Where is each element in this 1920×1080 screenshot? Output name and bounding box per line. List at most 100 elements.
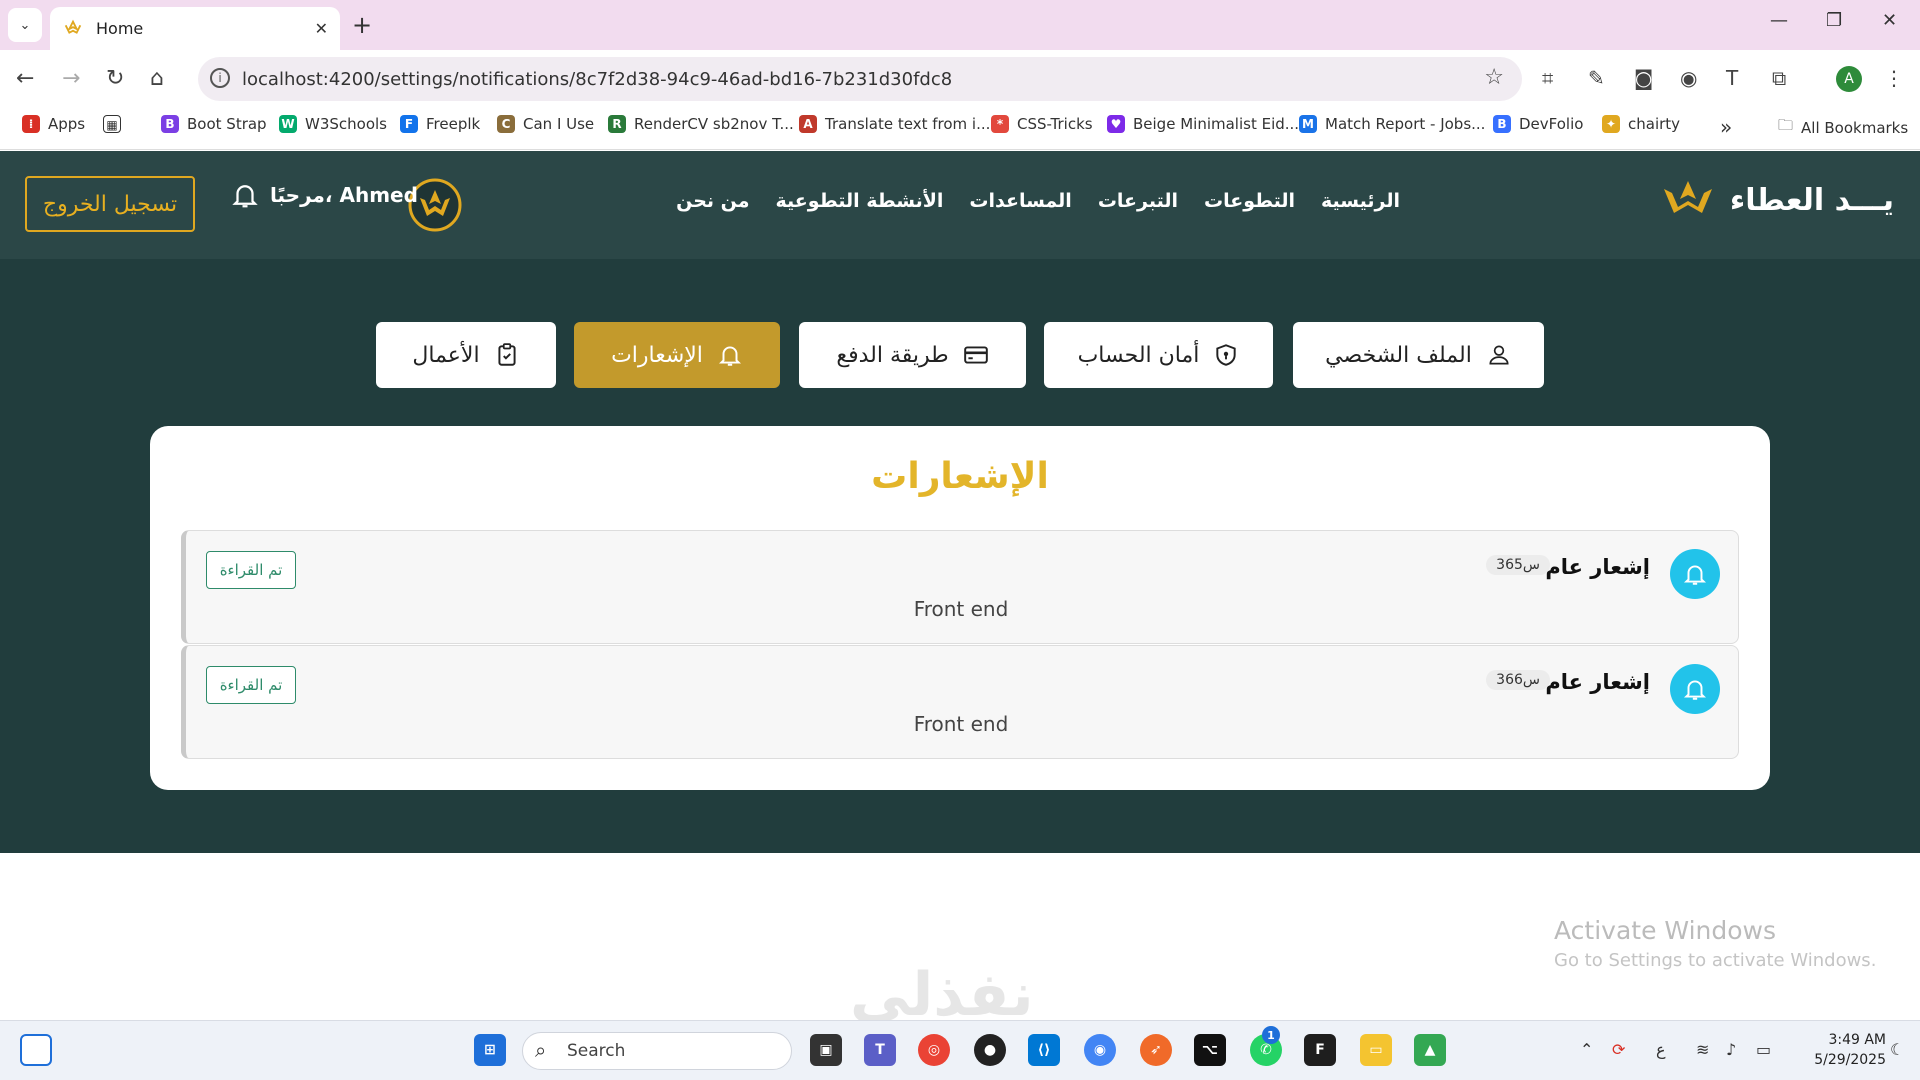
all-bookmarks[interactable]: 🗀 All Bookmarks [1778,115,1908,140]
notification-time-badge: 366س [1486,670,1550,690]
chrome-icon[interactable]: ◉ [1084,1034,1116,1066]
nav-home[interactable]: الرئيسية [1321,190,1400,212]
bookmark-tab-groups[interactable]: ▦ [103,115,121,133]
postman-icon[interactable]: ➶ [1140,1034,1172,1066]
bookmark-freepik[interactable]: F Freeplk [400,115,480,133]
vscode-icon[interactable]: ⟨⟩ [1028,1034,1060,1066]
freepik-icon: F [400,115,418,133]
bookmark-apps[interactable]: ⁞ Apps [22,115,85,133]
translate-icon: A [799,115,817,133]
whatsapp-badge: 1 [1262,1026,1280,1044]
bookmark-translate[interactable]: A Translate text from i... [799,115,990,133]
notifications-bell-icon[interactable] [230,180,260,210]
reload-icon[interactable]: ↻ [106,66,124,91]
canva-icon: ♥ [1107,115,1125,133]
logout-button[interactable]: تسجيل الخروج [25,176,195,232]
notifications-title: الإشعارات [871,456,1049,497]
tab-account-security[interactable]: أمان الحساب [1044,322,1273,388]
bookmark-bootstrap[interactable]: B Boot Strap [161,115,267,133]
omnibox[interactable]: i localhost:4200/settings/notifications/… [198,57,1522,101]
wifi-icon[interactable]: ≋ [1696,1040,1709,1059]
restore-icon[interactable]: ❐ [1826,10,1842,31]
volume-icon[interactable]: ♪ [1726,1040,1736,1059]
figma-icon[interactable]: F [1304,1034,1336,1066]
browser-tab-home[interactable]: Home ✕ [50,7,340,50]
browser-menu-icon[interactable]: ⋮ [1884,66,1904,90]
notification-item[interactable]: إشعار عام 365س Front end تم القراءة [181,530,1739,644]
chrome-alt-icon[interactable]: ◎ [918,1034,950,1066]
tab-title: Home [96,19,144,38]
task-view-icon[interactable]: ▣ [810,1034,842,1066]
close-tab-icon[interactable]: ✕ [315,19,328,38]
site-brand[interactable]: يـــد العطاء [1658,175,1894,225]
windows-taskbar [0,1020,1920,1080]
language-indicator[interactable]: ع [1656,1040,1666,1059]
close-window-icon[interactable]: ✕ [1882,10,1897,31]
tab-payment-method[interactable]: طريقة الدفع [799,322,1026,388]
more-bookmarks-icon[interactable]: » [1720,115,1732,139]
taskbar-clock[interactable]: 3:49 AM 5/29/2025 [1790,1030,1886,1070]
clipboard-icon [498,343,516,366]
taskbar-search[interactable]: ⌕ Search [522,1032,792,1070]
color-picker-icon[interactable]: ✎ [1588,66,1605,90]
home-icon[interactable]: ⌂ [150,66,164,91]
hands-logo-icon [1663,181,1712,213]
nav-about[interactable]: من نحن [676,190,749,212]
github-icon[interactable]: ⌥ [1194,1034,1226,1066]
widgets-icon[interactable] [20,1034,52,1066]
google-translate-icon[interactable]: ⌗ [1542,66,1553,90]
bookmark-csstricks[interactable]: * CSS-Tricks [991,115,1093,133]
user-area: مرحبًا، Ahmed [230,180,418,210]
forward-icon[interactable]: → [62,66,80,91]
nav-volunteer-activities[interactable]: الأنشطة التطوعية [776,190,944,212]
google-drive-icon[interactable]: ▲ [1414,1034,1446,1066]
nav-donations[interactable]: التبرعات [1098,190,1178,212]
bookmark-w3schools[interactable]: W W3Schools [279,115,387,133]
url-text[interactable]: localhost:4200/settings/notifications/8c… [242,69,952,90]
file-explorer-icon[interactable]: ▭ [1360,1034,1392,1066]
mark-read-button[interactable]: تم القراءة [206,551,296,589]
tab-works[interactable]: الأعمال [376,322,556,388]
extensions-puzzle-icon[interactable]: ⧉ [1772,66,1786,90]
bookmark-canva[interactable]: ♥ Beige Minimalist Eid... [1107,115,1299,133]
bookmark-rendercv[interactable]: R RenderCV sb2nov T... [608,115,794,133]
shield-icon [1216,344,1237,366]
obs-icon[interactable]: ● [974,1034,1006,1066]
battery-icon[interactable]: ▭ [1756,1040,1771,1059]
profile-avatar[interactable]: A [1836,66,1862,92]
start-windows-icon[interactable]: ⊞ [474,1034,506,1066]
teams-icon[interactable]: T [864,1034,896,1066]
tab-search-button[interactable]: ⌄ [8,8,42,42]
nav-aid[interactable]: المساعدات [969,190,1071,212]
notification-center-icon[interactable]: ☾ [1890,1040,1904,1059]
nav-volunteering[interactable]: التطوعات [1204,190,1295,212]
mark-read-button[interactable]: تم القراءة [206,666,296,704]
bookmark-charity[interactable]: ✦ chairty [1602,115,1680,133]
show-hidden-icons[interactable]: ⌃ [1580,1040,1593,1059]
bookmark-caniuse[interactable]: C Can I Use [497,115,594,133]
charity-icon: ✦ [1602,115,1620,133]
bookmark-star-icon[interactable]: ☆ [1484,65,1504,90]
back-icon[interactable]: ← [16,66,34,91]
notification-body: Front end [913,597,1009,621]
bookmark-devfolio[interactable]: B DevFolio [1493,115,1583,133]
user-greeting: مرحبًا، Ahmed [270,183,418,207]
tab-notifications[interactable]: الإشعارات [574,322,780,388]
charity-logo-icon [64,19,82,34]
new-tab-button[interactable]: + [352,11,372,39]
notification-item[interactable]: إشعار عام 366س Front end تم القراءة [181,645,1739,759]
caniuse-icon: C [497,115,515,133]
site-info-icon[interactable]: i [210,68,230,88]
rendercv-icon: R [608,115,626,133]
text-extension-icon[interactable]: T [1726,66,1738,90]
apps-grid-icon: ⁞ [22,115,40,133]
extension-icon[interactable]: ◉ [1680,66,1697,90]
minimize-icon[interactable]: — [1770,10,1788,31]
credit-card-icon [963,346,988,364]
screenshot-icon[interactable]: ◙ [1634,66,1653,90]
notification-bell-icon [1670,664,1720,714]
clock-time: 3:49 AM [1828,1032,1886,1048]
tab-profile[interactable]: الملف الشخصي [1293,322,1544,388]
bookmark-match-report[interactable]: M Match Report - Jobs... [1299,115,1485,133]
sync-icon[interactable]: ⟳ [1612,1040,1625,1059]
